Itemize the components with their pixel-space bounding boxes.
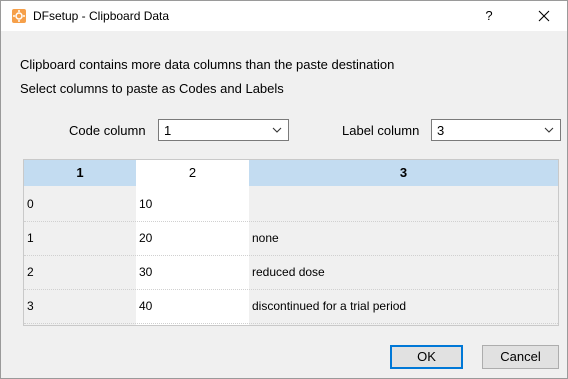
- table-cell[interactable]: 2: [27, 265, 34, 279]
- row-divider: [24, 323, 558, 324]
- table-cell[interactable]: 3: [27, 299, 34, 313]
- message-line-1: Clipboard contains more data columns tha…: [20, 57, 395, 72]
- code-column-value: 1: [164, 123, 172, 138]
- chevron-down-icon: [272, 127, 282, 133]
- label-column-value: 3: [437, 123, 445, 138]
- help-icon: ?: [485, 8, 493, 23]
- table-cell[interactable]: 40: [139, 299, 152, 313]
- clipboard-data-table: 1 2 3 0 10 1 20 none 2 30 reduced dose 3…: [23, 159, 559, 326]
- row-divider: [24, 221, 558, 222]
- table-cell[interactable]: 0: [27, 197, 34, 211]
- message-line-2: Select columns to paste as Codes and Lab…: [20, 81, 284, 96]
- table-cell[interactable]: 1: [27, 231, 34, 245]
- label-column-label: Label column: [342, 123, 420, 138]
- column-header-1[interactable]: 1: [24, 160, 136, 186]
- table-cell[interactable]: reduced dose: [252, 265, 325, 279]
- row-divider: [24, 255, 558, 256]
- column-header-2[interactable]: 2: [136, 160, 249, 186]
- window-title: DFsetup - Clipboard Data: [33, 9, 170, 23]
- code-column-select[interactable]: 1: [158, 119, 289, 141]
- close-icon: [538, 10, 550, 22]
- column-header-3[interactable]: 3: [249, 160, 558, 186]
- chevron-down-icon: [544, 127, 554, 133]
- label-column-select[interactable]: 3: [431, 119, 561, 141]
- row-divider: [24, 289, 558, 290]
- ok-button[interactable]: OK: [390, 345, 463, 369]
- table-cell[interactable]: discontinued for a trial period: [252, 299, 406, 313]
- table-cell[interactable]: 10: [139, 197, 152, 211]
- table-cell[interactable]: 20: [139, 231, 152, 245]
- title-bar: DFsetup - Clipboard Data ?: [1, 1, 567, 31]
- code-column-label: Code column: [69, 123, 146, 138]
- help-button[interactable]: ?: [477, 4, 501, 28]
- table-cell[interactable]: 30: [139, 265, 152, 279]
- cancel-button[interactable]: Cancel: [482, 345, 559, 369]
- dialog-window: DFsetup - Clipboard Data ? Clipboard con…: [0, 0, 568, 379]
- dfsetup-app-icon: [12, 9, 26, 23]
- table-cell[interactable]: none: [252, 231, 279, 245]
- close-button[interactable]: [531, 4, 557, 28]
